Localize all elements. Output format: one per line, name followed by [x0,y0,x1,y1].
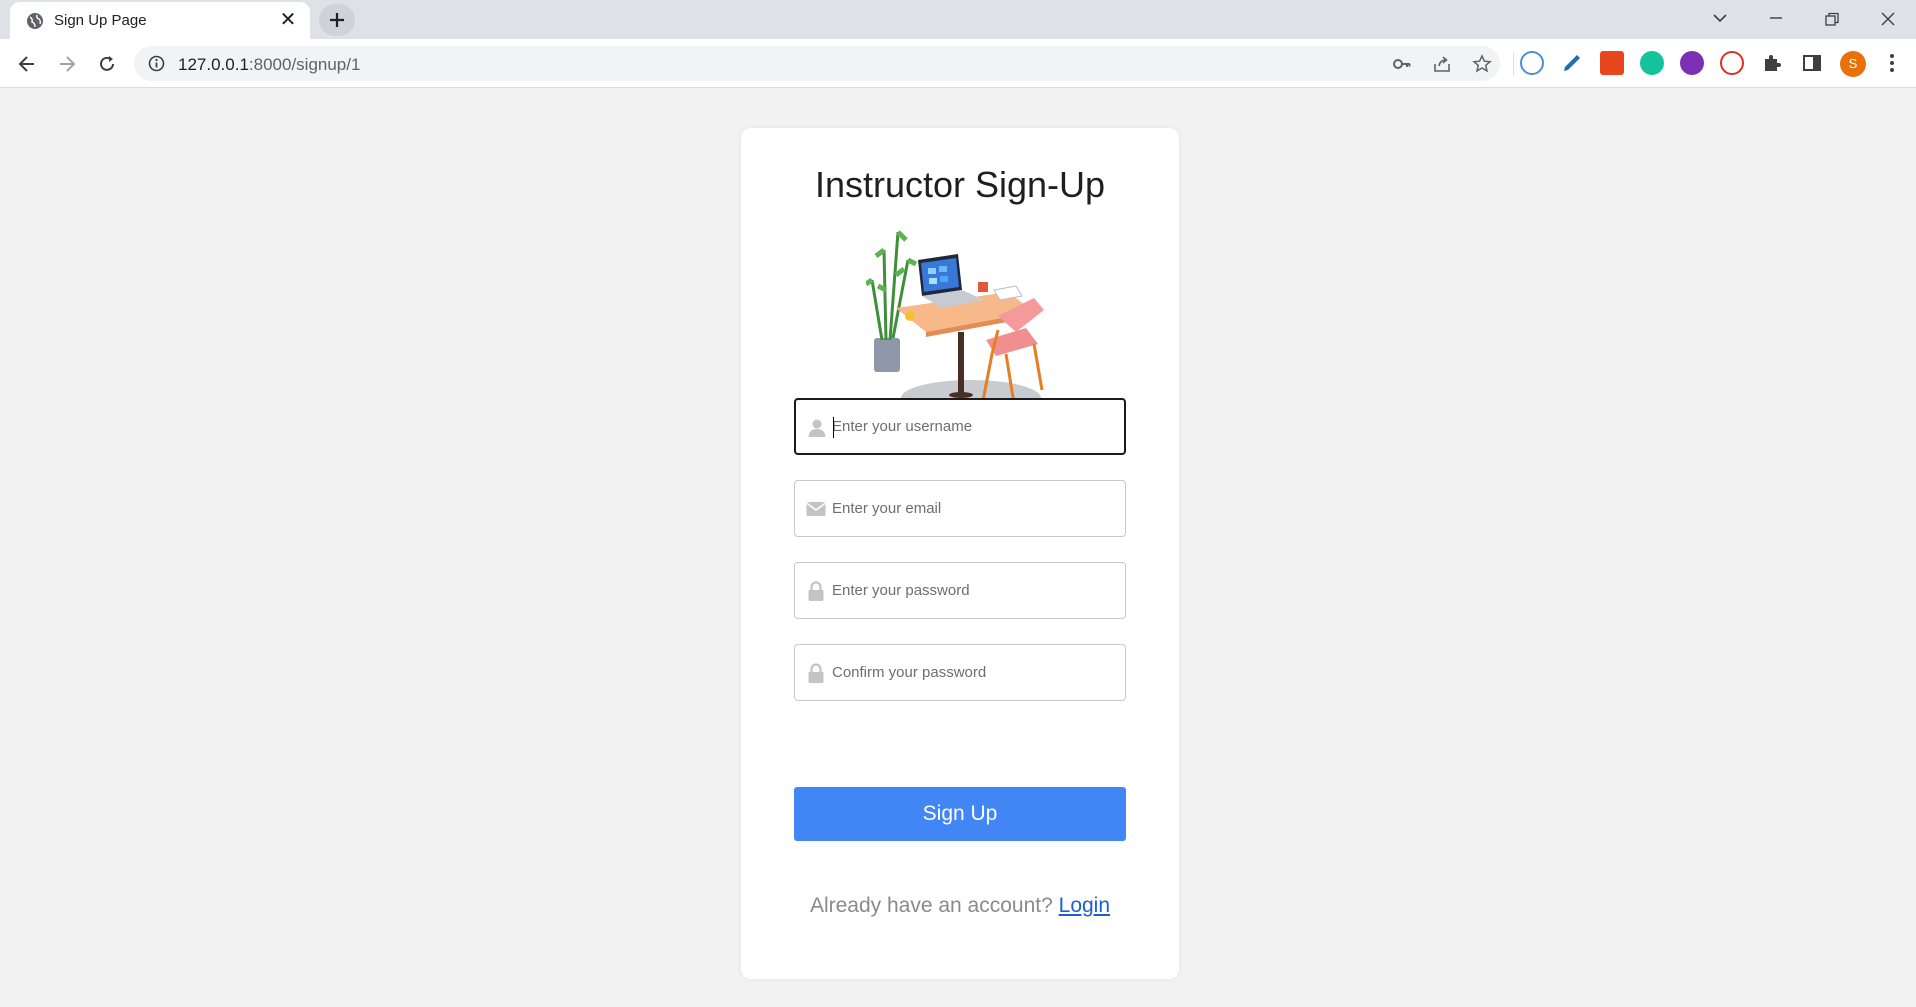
page-title: Instructor Sign-Up [814,164,1106,205]
lock-icon [808,663,824,683]
url-host: 127.0.0.1 [178,55,249,74]
signup-card: Instructor Sign-Up Enter your username E… [741,128,1179,979]
share-icon[interactable] [1432,54,1452,74]
side-panel-icon[interactable] [1800,51,1824,75]
tab-strip: Sign Up Page ✕ [0,0,1916,39]
reload-button[interactable] [92,49,122,79]
reload-icon [100,56,114,71]
url-text[interactable]: 127.0.0.1:8000/signup/1 [178,55,360,75]
minimize-button[interactable] [1748,0,1804,36]
close-window-button[interactable] [1860,0,1916,36]
grammarly-icon[interactable] [1640,51,1664,75]
username-input[interactable] [832,400,1117,453]
menu-kebab-icon[interactable] [1880,51,1904,75]
email-input[interactable] [832,481,1117,536]
login-prompt: Already have an account? Login [741,894,1179,918]
toolbar-separator [1513,53,1514,75]
arrow-left-icon [18,56,34,72]
login-prompt-text: Already have an account? [809,894,1053,917]
browser-tab[interactable]: Sign Up Page ✕ [10,2,310,39]
bookmark-star-icon[interactable] [1472,54,1492,74]
email-field[interactable] [794,480,1126,537]
back-button[interactable] [12,49,42,79]
info-icon[interactable] [148,55,165,72]
username-field[interactable] [794,398,1126,455]
page-viewport: Instructor Sign-Up Enter your username E… [0,88,1916,1007]
login-link[interactable]: Login [1059,894,1110,917]
extension-translate-icon[interactable] [1600,51,1624,75]
signup-button[interactable]: Sign Up [794,787,1126,841]
tab-close-icon[interactable]: ✕ [278,10,298,30]
new-tab-button[interactable] [319,4,355,36]
password-field[interactable] [794,562,1126,619]
user-icon [808,419,826,437]
extension-circle-icon[interactable] [1520,51,1544,75]
chevron-down-icon [1713,14,1727,23]
text-caret [833,417,834,438]
forward-button[interactable] [52,49,82,79]
close-icon [1881,12,1895,26]
tab-title: Sign Up Page [54,12,147,29]
lock-icon [808,581,824,601]
plus-icon [330,13,344,27]
password-input[interactable] [832,563,1117,618]
profile-avatar[interactable]: S [1840,51,1866,77]
tab-search-button[interactable] [1692,0,1748,36]
url-path: :8000/signup/1 [248,55,361,74]
restore-icon [1825,12,1839,26]
browser-toolbar: 127.0.0.1:8000/signup/1 S [0,39,1916,88]
confirm-password-input[interactable] [832,645,1117,700]
restore-button[interactable] [1804,0,1860,36]
confirm-password-field[interactable] [794,644,1126,701]
minimize-icon [1770,17,1782,19]
arrow-right-icon [60,56,76,72]
extension-w-icon[interactable] [1680,51,1704,75]
address-bar[interactable]: 127.0.0.1:8000/signup/1 [134,46,1500,81]
extension-red-icon[interactable] [1720,51,1744,75]
extensions-puzzle-icon[interactable] [1760,51,1784,75]
envelope-icon [806,502,826,516]
key-icon[interactable] [1392,54,1412,74]
globe-icon [27,13,43,29]
extension-pen-icon[interactable] [1560,51,1584,75]
